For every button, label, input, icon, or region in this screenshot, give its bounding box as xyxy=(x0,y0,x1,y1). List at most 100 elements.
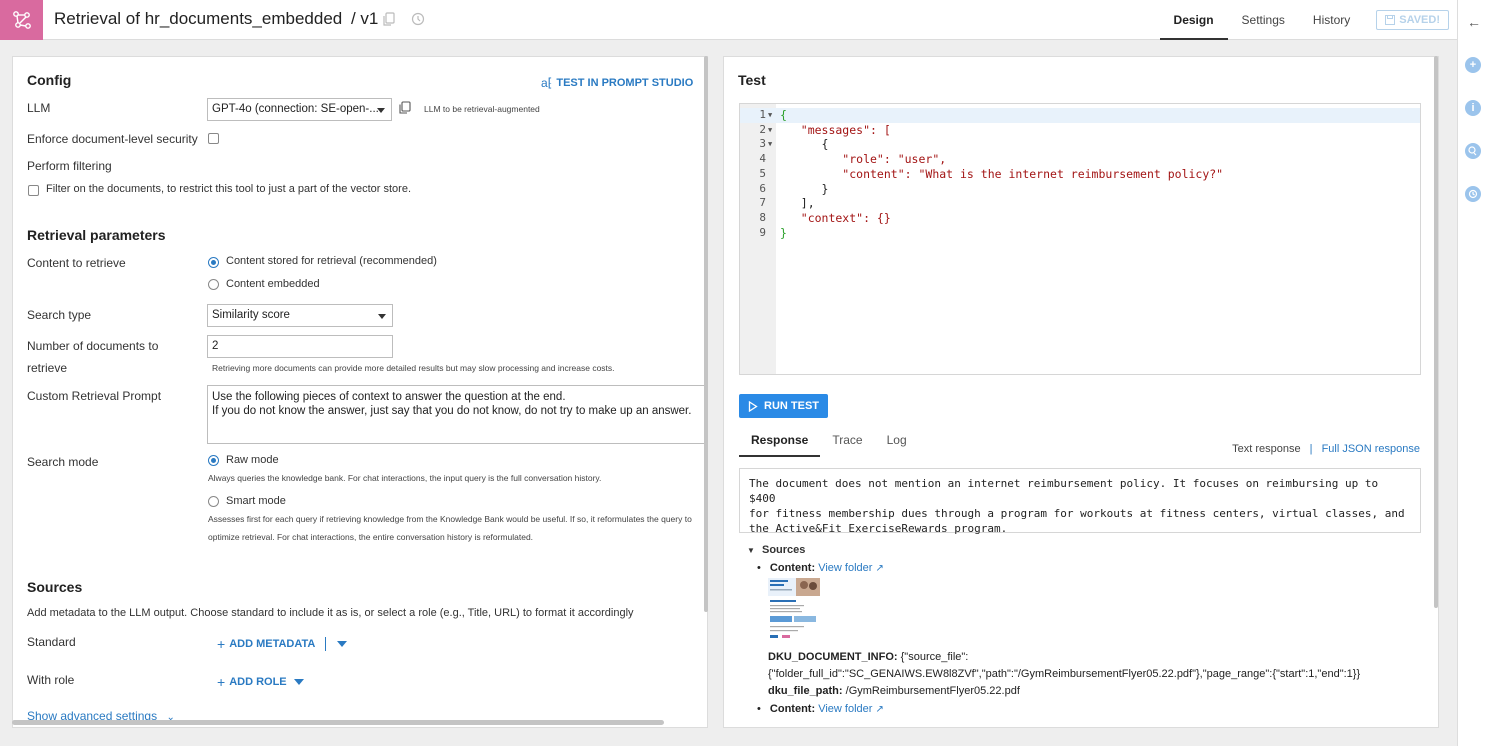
add-metadata-button[interactable]: + ADD METADATA xyxy=(217,636,348,652)
filter-checkbox-label: Filter on the documents, to restrict thi… xyxy=(46,183,411,195)
tab-trace[interactable]: Trace xyxy=(820,423,874,455)
custom-prompt-line: If you do not know the answer, just say … xyxy=(212,405,692,417)
doc-info-label: DKU_DOCUMENT_INFO: xyxy=(768,651,898,663)
with-role-label: With role xyxy=(27,673,75,687)
config-title: Config xyxy=(27,72,72,88)
enforce-security-checkbox[interactable] xyxy=(208,133,219,144)
play-icon xyxy=(748,400,758,412)
search-type-select[interactable]: Similarity score xyxy=(207,304,393,327)
horizontal-scrollbar[interactable] xyxy=(12,720,664,725)
content-stored-radio[interactable] xyxy=(208,257,219,268)
smart-mode-radio[interactable] xyxy=(208,496,219,507)
smart-mode-hint-2: optimize retrieval. For chat interaction… xyxy=(208,532,534,542)
smart-mode-label: Smart mode xyxy=(226,495,286,507)
code-text: } xyxy=(780,225,787,240)
external-link-icon[interactable]: ↗ xyxy=(875,563,883,574)
recipe-logo-icon[interactable] xyxy=(0,0,43,40)
view-folder-link[interactable]: View folder xyxy=(818,703,872,715)
tab-history[interactable]: History xyxy=(1299,0,1364,40)
caret-down-icon: ▼ xyxy=(747,546,755,555)
json-editor[interactable]: 1 ▼ { 2 ▼ "messages": [ 3 ▼ { 4 "role": "us… xyxy=(739,103,1421,375)
custom-prompt-textarea[interactable]: Use the following pieces of context to a… xyxy=(207,385,707,444)
timeline-icon[interactable] xyxy=(1465,186,1481,202)
fold-icon[interactable]: ▼ xyxy=(768,126,772,134)
prompt-studio-icon: a⁅ xyxy=(541,76,553,90)
test-title: Test xyxy=(738,72,766,88)
chevron-down-icon xyxy=(293,679,304,685)
discussions-icon[interactable] xyxy=(1465,143,1481,159)
tab-response[interactable]: Response xyxy=(739,423,821,457)
code-line: 8 "context": {} xyxy=(740,211,1420,226)
search-mode-label: Search mode xyxy=(27,455,99,469)
line-number: 6 xyxy=(759,181,766,195)
code-text: { xyxy=(780,137,829,152)
content-to-retrieve-label: Content to retrieve xyxy=(27,256,126,270)
response-line: The document does not mention an interne… xyxy=(749,477,1379,505)
text-response-option[interactable]: Text response xyxy=(1232,443,1300,455)
fold-icon[interactable]: ▼ xyxy=(768,111,772,119)
page-title[interactable]: Retrieval of hr_documents_embedded / v1 xyxy=(54,9,378,29)
plus-icon: + xyxy=(217,636,226,652)
external-link-icon[interactable]: ↗ xyxy=(875,704,883,715)
run-test-button[interactable]: RUN TEST xyxy=(739,394,828,418)
divider xyxy=(325,637,327,651)
info-icon[interactable]: i xyxy=(1465,100,1481,116)
code-line: 3 ▼ { xyxy=(740,137,1420,152)
test-in-prompt-studio-label: TEST IN PROMPT STUDIO xyxy=(556,77,694,89)
enforce-security-label: Enforce document-level security xyxy=(27,132,198,146)
num-docs-input[interactable]: 2 xyxy=(207,335,393,358)
test-in-prompt-studio-link[interactable]: a⁅ TEST IN PROMPT STUDIO xyxy=(541,76,693,90)
collapse-arrow-icon[interactable]: ← xyxy=(1467,14,1481,30)
code-line: 9 } xyxy=(740,226,1420,241)
filter-checkbox[interactable] xyxy=(28,185,39,196)
chevron-down-icon[interactable] xyxy=(337,641,348,647)
document-thumbnail[interactable] xyxy=(768,578,820,640)
content-embedded-label: Content embedded xyxy=(226,278,320,290)
sources-toggle[interactable]: ▼ Sources xyxy=(747,544,805,556)
history-icon[interactable] xyxy=(411,12,425,26)
code-text: ], xyxy=(780,196,815,211)
right-rail: ← + i xyxy=(1457,0,1485,746)
code-text: } xyxy=(780,181,829,196)
add-metadata-label: ADD METADATA xyxy=(229,638,316,650)
code-text: "messages": [ xyxy=(780,122,891,137)
llm-select[interactable]: GPT-4o (connection: SE-open-... xyxy=(207,98,392,121)
full-json-response-option[interactable]: Full JSON response xyxy=(1322,443,1420,455)
test-panel: Test 1 ▼ { 2 ▼ "messages": [ 3 ▼ { 4 "role"… xyxy=(723,56,1439,728)
tab-log[interactable]: Log xyxy=(875,423,919,455)
file-path-label: dku_file_path: xyxy=(768,685,843,697)
line-number: 9 xyxy=(759,225,766,239)
add-role-button[interactable]: + ADD ROLE xyxy=(217,674,304,690)
raw-mode-hint: Always queries the knowledge bank. For c… xyxy=(208,473,602,483)
saved-button[interactable]: SAVED! xyxy=(1376,10,1449,30)
code-text: "role": "user", xyxy=(780,152,947,167)
perform-filtering-label: Perform filtering xyxy=(27,159,112,173)
plus-icon: + xyxy=(217,674,226,690)
code-text: { xyxy=(780,108,787,122)
tab-settings[interactable]: Settings xyxy=(1228,0,1299,40)
content-label: Content: xyxy=(769,703,816,715)
response-format-toggle: Text response | Full JSON response xyxy=(1232,443,1420,455)
config-panel: Config a⁅ TEST IN PROMPT STUDIO LLM GPT-… xyxy=(12,56,708,728)
copy-llm-icon[interactable] xyxy=(399,101,411,117)
code-line: 1 ▼ { xyxy=(740,108,1420,123)
doc-info-value-cont: {"folder_full_id":"SC_GENAIWS.EW8l8ZVf",… xyxy=(768,668,1361,680)
copy-icon[interactable] xyxy=(383,12,397,26)
sources-heading: Sources xyxy=(761,544,806,556)
content-label: Content: xyxy=(769,562,816,574)
tab-design[interactable]: Design xyxy=(1159,0,1228,40)
chevron-down-icon xyxy=(377,108,385,113)
view-folder-link[interactable]: View folder xyxy=(818,562,872,574)
code-line: 6 } xyxy=(740,182,1420,197)
content-embedded-radio[interactable] xyxy=(208,279,219,290)
saved-label: SAVED! xyxy=(1399,14,1440,26)
retrieval-params-title: Retrieval parameters xyxy=(27,227,166,243)
raw-mode-radio[interactable] xyxy=(208,455,219,466)
add-icon[interactable]: + xyxy=(1465,57,1481,73)
code-text: "content": "What is the internet reimbur… xyxy=(780,166,1224,181)
right-panel-scrollbar[interactable] xyxy=(1434,56,1438,608)
fold-icon[interactable]: ▼ xyxy=(768,140,772,148)
left-panel-scrollbar[interactable] xyxy=(704,56,708,612)
llm-select-value: GPT-4o (connection: SE-open-... xyxy=(212,103,379,115)
bullet-dot: • xyxy=(757,562,761,574)
